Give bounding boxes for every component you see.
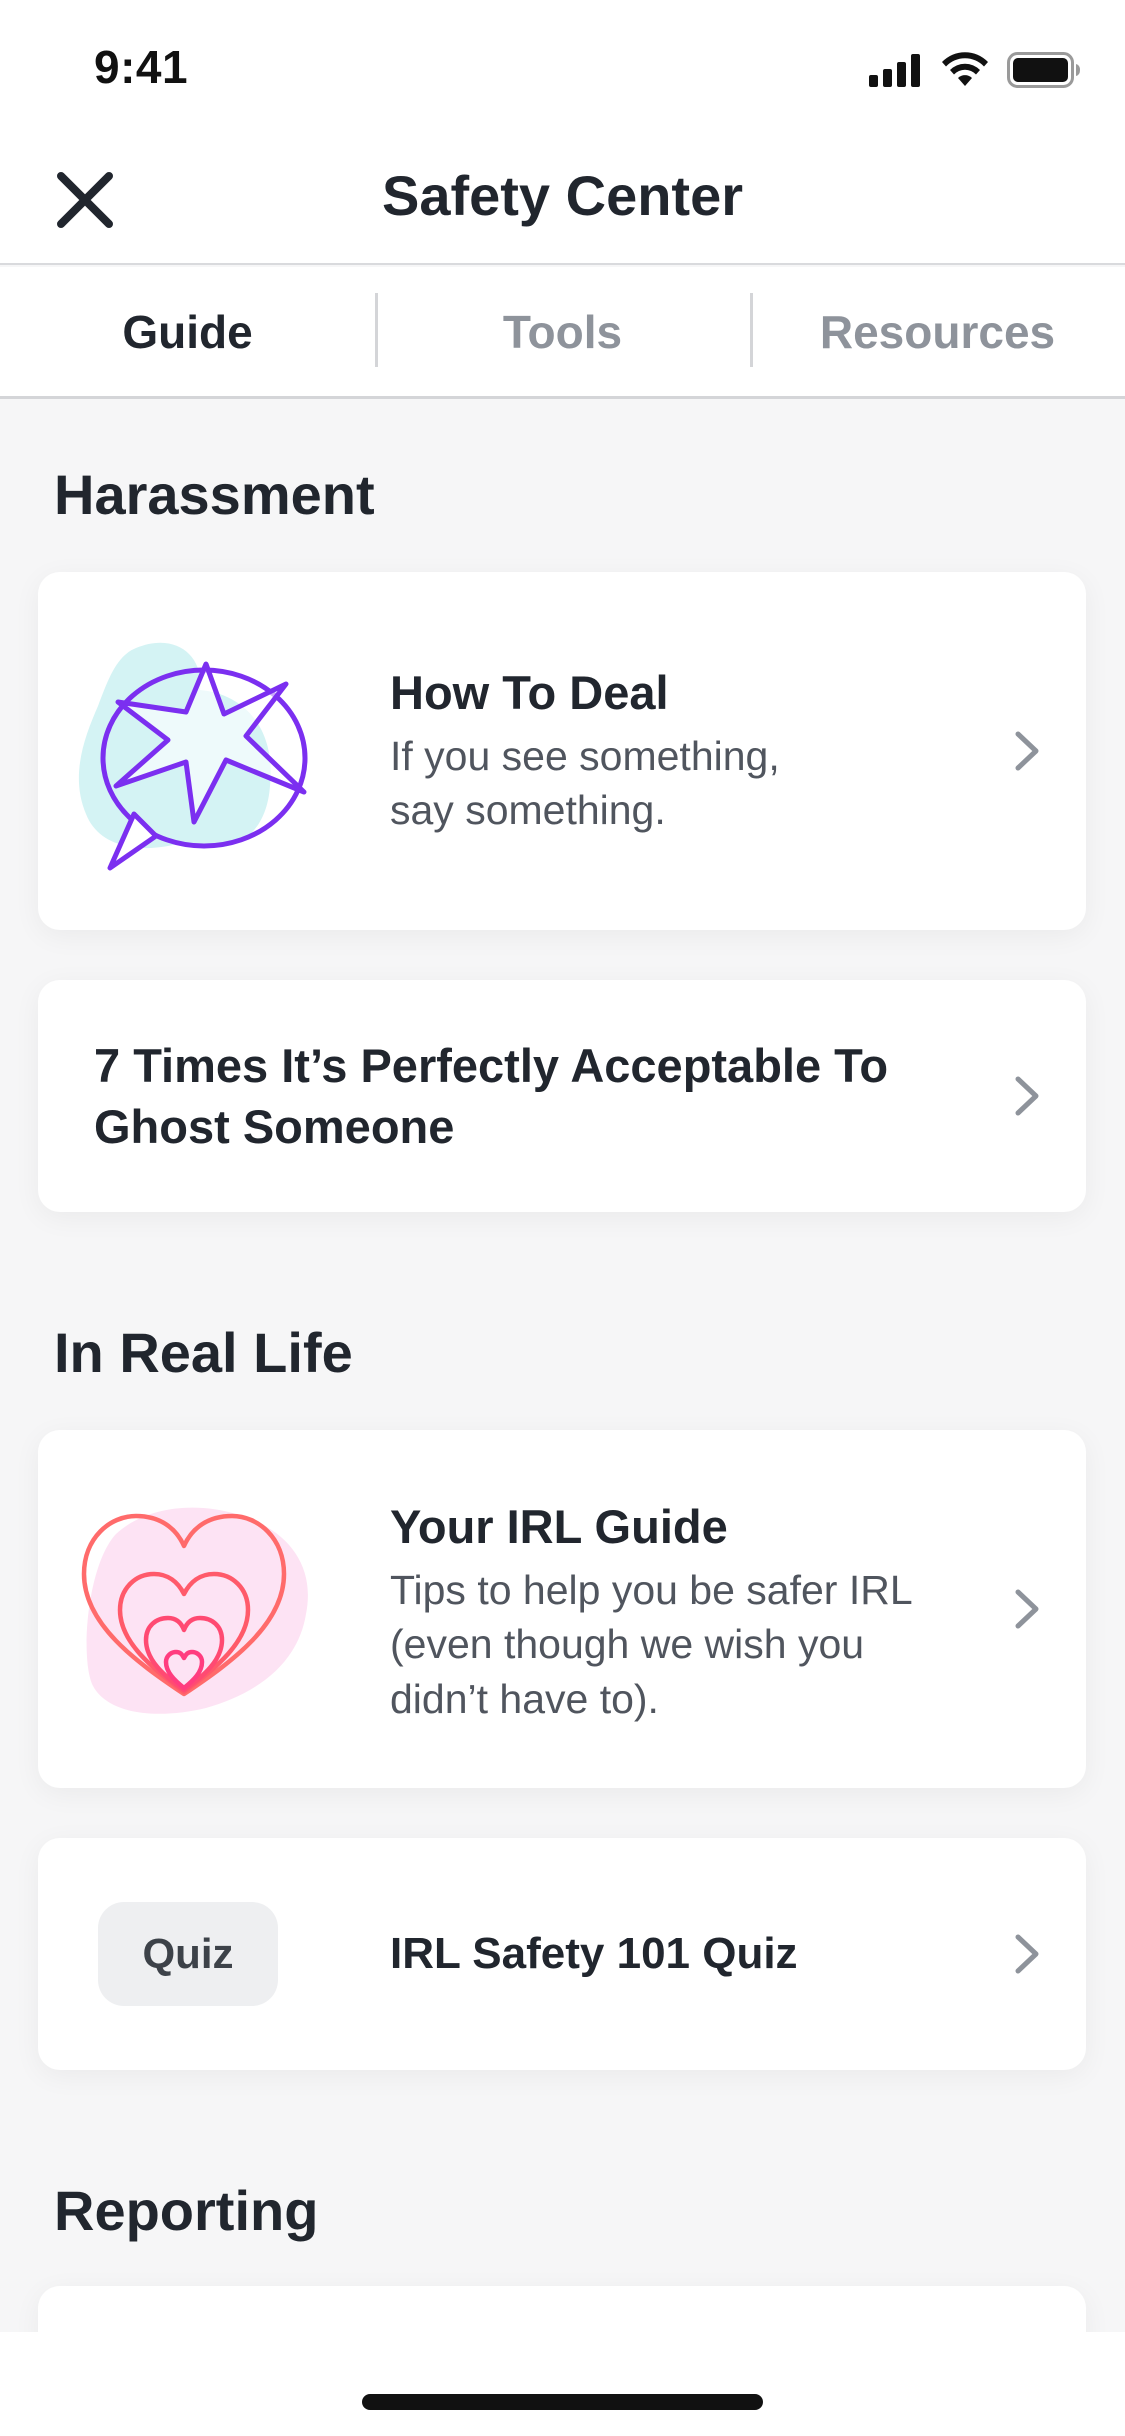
card-subtitle: If you see something, say something. bbox=[390, 729, 966, 838]
card-text: How To Deal If you see something, say so… bbox=[390, 664, 966, 838]
card-title: Your IRL Guide bbox=[390, 1500, 728, 1553]
chevron-right-icon bbox=[1015, 731, 1039, 771]
cellular-signal-icon bbox=[869, 54, 920, 87]
card-title: IRL Safety 101 Quiz bbox=[390, 1929, 798, 1978]
wifi-icon bbox=[942, 52, 988, 86]
speech-bubble-star-icon bbox=[78, 642, 308, 871]
status-icons bbox=[869, 48, 1081, 92]
status-time: 9:41 bbox=[94, 41, 189, 93]
page-title: Safety Center bbox=[381, 164, 744, 227]
home-indicator[interactable] bbox=[362, 2394, 763, 2410]
battery-icon bbox=[1007, 52, 1080, 88]
tab-resources[interactable]: Resources bbox=[750, 267, 1125, 396]
card-irl-guide[interactable]: Your IRL Guide Tips to help you be safer… bbox=[38, 1430, 1086, 1788]
card-subtitle-line: didn’t have to). bbox=[390, 1675, 659, 1722]
card-title-line: Ghost Someone bbox=[94, 1100, 455, 1153]
card-text: Your IRL Guide Tips to help you be safer… bbox=[390, 1498, 966, 1726]
quiz-badge: Quiz bbox=[98, 1902, 278, 2006]
card-subtitle-line: If you see something, bbox=[390, 732, 780, 779]
card-irl-quiz[interactable]: Quiz IRL Safety 101 Quiz bbox=[38, 1838, 1086, 2070]
card-subtitle-line: Tips to help you be safer IRL bbox=[390, 1566, 913, 1613]
chevron-right-icon bbox=[1015, 1076, 1039, 1116]
chevron-right-icon bbox=[1015, 1589, 1039, 1629]
chevron-right-icon bbox=[1015, 1934, 1039, 1974]
tab-bar: Guide Tools Resources bbox=[0, 267, 1125, 399]
card-title: How To Deal bbox=[390, 666, 669, 719]
nested-hearts-icon bbox=[81, 1507, 308, 1714]
card-subtitle-line: say something. bbox=[390, 787, 666, 834]
section-title-harassment: Harassment bbox=[54, 463, 375, 526]
nav-header: Safety Center bbox=[0, 135, 1125, 265]
card-ghost-article[interactable]: 7 Times It’s Perfectly Acceptable To Gho… bbox=[38, 980, 1086, 1212]
tab-guide[interactable]: Guide bbox=[0, 267, 375, 396]
card-subtitle-line: (even though we wish you bbox=[390, 1621, 865, 1668]
card-title: 7 Times It’s Perfectly Acceptable To Gho… bbox=[94, 1035, 946, 1157]
status-bar: 9:41 bbox=[0, 0, 1125, 135]
card-subtitle: Tips to help you be safer IRL (even thou… bbox=[390, 1563, 966, 1727]
section-title-in-real-life: In Real Life bbox=[54, 1321, 353, 1384]
tab-tools[interactable]: Tools bbox=[375, 267, 750, 396]
card-title-line: 7 Times It’s Perfectly Acceptable To bbox=[94, 1038, 889, 1092]
home-indicator-area bbox=[0, 2332, 1125, 2436]
card-how-to-deal[interactable]: How To Deal If you see something, say so… bbox=[38, 572, 1086, 930]
section-title-reporting: Reporting bbox=[54, 2179, 319, 2242]
